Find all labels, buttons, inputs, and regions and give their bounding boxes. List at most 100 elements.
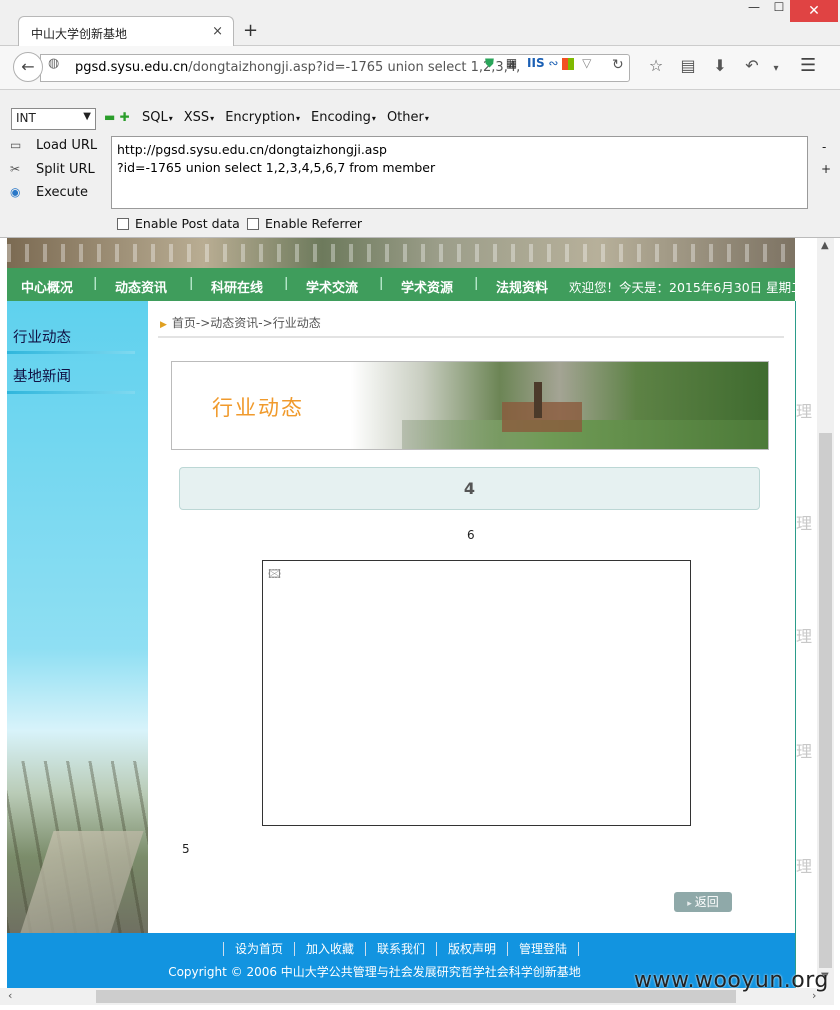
checkbox-box[interactable] (247, 218, 259, 230)
site-main-nav: 中心概况 | 动态资讯 | 科研在线 | 学术交流 | 学术资源 | 法规资料 … (7, 268, 804, 301)
reading-list-icon[interactable]: ▤ (672, 56, 704, 75)
length-controls: ▬ ✚ (104, 110, 130, 124)
new-tab-button[interactable]: + (243, 20, 258, 41)
scroll-up-icon[interactable]: ▲ (821, 240, 829, 251)
dropdown-arrow-icon[interactable]: ▽ (582, 56, 591, 70)
nav-item-exchange[interactable]: 学术交流 (306, 277, 358, 296)
execute-button[interactable]: ◉ Execute (10, 185, 88, 200)
site-identity-icon[interactable]: ◍ (48, 56, 59, 71)
maximize-button[interactable]: ☐ (768, 0, 790, 20)
sidebar-item-base-news[interactable]: 基地新闻 (13, 365, 71, 386)
type-select[interactable]: INT ▼ (11, 108, 96, 130)
site-sidebar: 行业动态 基地新闻 (7, 301, 148, 933)
textarea-line-2: ?id=-1765 union select 1,2,3,4,5,6,7 fro… (117, 160, 436, 175)
type-select-value: INT (16, 111, 36, 125)
vertical-scrollbar[interactable]: ▲ ▼ (817, 238, 834, 988)
hackbar-menu: SQL XSS Encryption Encoding Other (142, 110, 440, 125)
back-button[interactable]: ▸ 返回 (674, 892, 732, 912)
iis-icon[interactable]: IIS (527, 56, 545, 70)
nav-item-news[interactable]: 动态资讯 (115, 277, 167, 296)
section-title: 行业动态 (212, 396, 304, 420)
undo-icon[interactable]: ↶ (736, 56, 768, 75)
tab-close-icon[interactable]: × (212, 24, 223, 39)
footer-link-favorite[interactable]: 加入收藏 (293, 942, 365, 956)
load-url-button[interactable]: ▭ Load URL (10, 138, 97, 153)
qr-code-icon[interactable]: ▦ (506, 56, 517, 70)
minus-icon[interactable]: ▬ (104, 110, 115, 124)
menu-encoding[interactable]: Encoding (311, 110, 376, 125)
checkbox-box[interactable] (117, 218, 129, 230)
menu-encryption[interactable]: Encryption (225, 110, 300, 125)
watermark: www.wooyun.org (634, 968, 829, 993)
nav-item-resources[interactable]: 学术资源 (401, 277, 453, 296)
windows-logo-icon[interactable] (562, 57, 575, 70)
tab-bar: 中山大学创新基地 × + — ☐ ✕ (0, 0, 840, 47)
execute-label: Execute (36, 185, 88, 200)
menu-other[interactable]: Other (387, 110, 429, 125)
footer-link-home[interactable]: 设为首页 (222, 942, 294, 956)
split-url-button[interactable]: ✂ Split URL (10, 162, 95, 177)
article-image: 🖾 (262, 560, 691, 826)
scroll-left-icon[interactable]: ‹ (8, 989, 12, 1002)
url-path: /dongtaizhongji.asp?id=-1765 union selec… (188, 60, 521, 75)
footer-links: 设为首页 加入收藏 联系我们 版权声明 管理登陆 (7, 940, 795, 957)
nav-item-research[interactable]: 科研在线 (211, 277, 263, 296)
article-content: 5 (182, 842, 190, 856)
sidebar-item-industry-news[interactable]: 行业动态 (13, 326, 71, 347)
browser-tab[interactable]: 中山大学创新基地 × (18, 16, 234, 47)
bookmark-star-icon[interactable]: ☆ (640, 56, 672, 75)
hackbar-url-textarea[interactable]: http://pgsd.sysu.edu.cn/dongtaizhongji.a… (111, 136, 808, 209)
footer-link-admin-login[interactable]: 管理登陆 (507, 942, 580, 956)
enable-post-checkbox[interactable]: Enable Post data (117, 216, 240, 231)
back-button-label: 返回 (694, 895, 719, 909)
vertical-scroll-thumb[interactable] (819, 433, 832, 968)
breadcrumb-divider (158, 336, 784, 338)
menu-xss[interactable]: XSS (184, 110, 214, 125)
footer-link-contact[interactable]: 联系我们 (364, 942, 436, 956)
edge-character: 理 (796, 857, 813, 876)
edge-character: 理 (796, 402, 813, 421)
nav-item-regulations[interactable]: 法规资料 (496, 277, 548, 296)
plus-icon[interactable]: ✚ (120, 110, 130, 124)
minimize-button[interactable]: — (740, 0, 768, 20)
navigation-toolbar: pgsd.sysu.edu.cn/dongtaizhongji.asp?id=-… (0, 46, 840, 90)
tab-title: 中山大学创新基地 (31, 27, 128, 41)
enable-referrer-label: Enable Referrer (265, 216, 363, 231)
play-icon: ◉ (10, 185, 21, 199)
menu-sql[interactable]: SQL (142, 110, 173, 125)
load-url-label: Load URL (36, 138, 98, 153)
breadcrumb-text[interactable]: 首页->动态资讯->行业动态 (172, 316, 321, 330)
hackbar-panel: INT ▼ ▬ ✚ SQLXSSEncryptionEncodingOther … (0, 90, 840, 238)
chevron-down-icon[interactable]: ▾ (768, 63, 784, 74)
enable-referrer-checkbox[interactable]: Enable Referrer (247, 216, 362, 231)
textarea-line-1: http://pgsd.sysu.edu.cn/dongtaizhongji.a… (117, 142, 387, 157)
sidebar-divider (7, 391, 135, 394)
site-banner-image (7, 238, 795, 268)
scissors-icon: ✂ (10, 162, 21, 176)
edge-character: 理 (796, 742, 813, 761)
arrow-right-icon: ▶ (160, 320, 167, 330)
nav-item-about[interactable]: 中心概况 (21, 277, 73, 296)
chevron-down-icon: ▼ (83, 111, 91, 122)
textarea-shrink-button[interactable]: - (822, 140, 826, 154)
addon-icons: ⛊ ▦ IIS ∾ ▽ (485, 56, 591, 71)
load-url-icon: ▭ (10, 138, 22, 152)
article-meta: 6 (467, 528, 475, 542)
wave-icon[interactable]: ∾ (548, 56, 558, 70)
page-viewport: 中心概况 | 动态资讯 | 科研在线 | 学术交流 | 学术资源 | 法规资料 … (0, 238, 817, 988)
shield-icon[interactable]: ⛊ (485, 56, 494, 70)
back-arrow-icon: ▸ (687, 899, 695, 909)
enable-post-label: Enable Post data (135, 216, 240, 231)
hamburger-menu-icon[interactable]: ☰ (800, 55, 816, 76)
edge-character: 理 (796, 514, 813, 533)
split-url-label: Split URL (36, 162, 95, 177)
download-icon[interactable]: ⬇ (704, 56, 736, 75)
breadcrumb: ▶ 首页->动态资讯->行业动态 (160, 314, 321, 331)
sidebar-divider (7, 351, 135, 354)
reload-icon[interactable]: ↻ (612, 57, 624, 73)
textarea-grow-button[interactable]: + (821, 162, 831, 176)
toolbar-icons: ☆ ▤ ⬇ ↶ ▾ (640, 56, 784, 75)
window-close-button[interactable]: ✕ (790, 0, 838, 22)
back-arrow-icon[interactable]: ← (13, 52, 43, 82)
footer-link-copyright[interactable]: 版权声明 (436, 942, 508, 956)
